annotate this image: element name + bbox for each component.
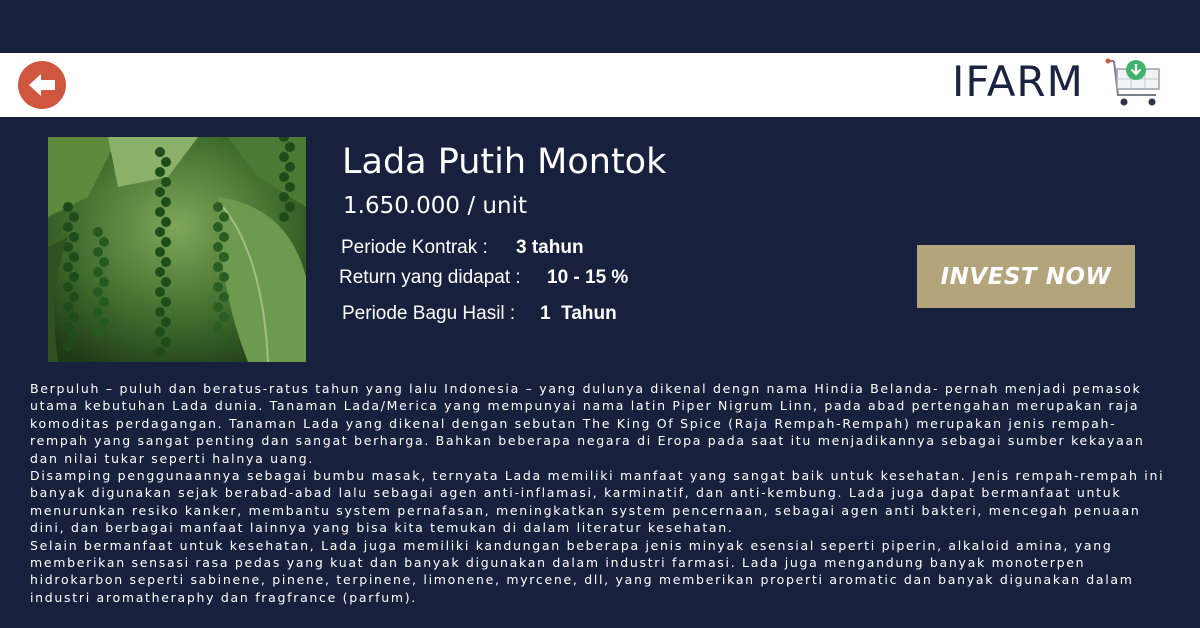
description-paragraph: Disamping penggunaannya sebagai bumbu ma… (30, 468, 1165, 536)
logo: IFARM (952, 57, 1084, 106)
product-title: Lada Putih Montok (342, 142, 667, 182)
invest-now-button[interactable]: INVEST NOW (917, 245, 1135, 308)
back-button[interactable] (18, 61, 66, 109)
arrow-left-icon (29, 74, 55, 96)
pepper-plant-photo (48, 137, 306, 362)
product-description: Berpuluh – puluh dan beratus-ratus tahun… (30, 380, 1170, 606)
profit-share-period-label: Periode Bagu Hasil : (342, 303, 516, 324)
description-paragraph: Berpuluh – puluh dan beratus-ratus tahun… (30, 381, 1145, 466)
contract-period-label: Periode Kontrak : (341, 237, 488, 258)
contract-period-value: 3 tahun (516, 237, 584, 258)
description-paragraph: Selain bermanfaat untuk kesehatan, Lada … (30, 537, 1134, 605)
top-bar: IFARM (0, 53, 1200, 117)
cart-download-button[interactable] (1104, 57, 1164, 111)
return-label: Return yang didapat : (339, 267, 521, 288)
product-price: 1.650.000 / unit (343, 193, 527, 219)
cart-download-icon (1105, 58, 1160, 106)
product-image (48, 137, 306, 362)
profit-share-period-value: 1 Tahun (540, 303, 617, 324)
return-value: 10 - 15 % (547, 267, 629, 288)
